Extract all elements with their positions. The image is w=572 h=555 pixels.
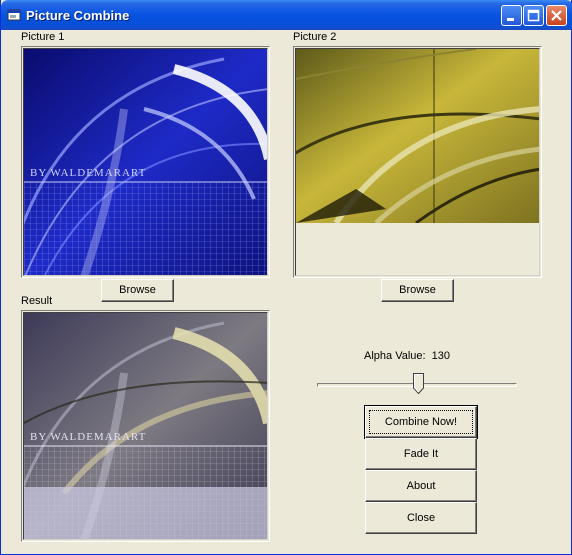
window-title: Picture Combine	[26, 8, 130, 23]
app-window-icon	[7, 9, 21, 21]
picture2-box	[293, 46, 542, 278]
close-button[interactable]: Close	[365, 502, 477, 534]
result-image: BY WALDEMARART	[24, 313, 267, 539]
maximize-icon	[527, 9, 540, 22]
result-box: BY WALDEMARART	[21, 310, 270, 542]
title-bar[interactable]: Picture Combine	[1, 0, 572, 30]
minimize-icon	[507, 18, 514, 21]
picture2-image-area	[295, 48, 540, 276]
picture1-label: Picture 1	[21, 31, 65, 43]
combine-now-label: Combine Now!	[384, 416, 458, 428]
picture2-image	[296, 49, 539, 225]
result-image-area: BY WALDEMARART	[23, 312, 268, 540]
browse-picture1-button[interactable]: Browse	[101, 279, 174, 302]
result-label: Result	[21, 295, 53, 307]
picture1-box: BY WALDEMARART	[21, 46, 270, 278]
maximize-button[interactable]	[523, 5, 544, 26]
picture1-image: BY WALDEMARART	[24, 49, 267, 275]
picture1-image-area: BY WALDEMARART	[23, 48, 268, 276]
close-window-button[interactable]	[546, 5, 567, 26]
minimize-button[interactable]	[501, 5, 522, 26]
alpha-label-text: Alpha Value:	[364, 350, 426, 362]
about-button[interactable]: About	[365, 470, 477, 502]
result-watermark: BY WALDEMARART	[30, 431, 146, 443]
picture2-label: Picture 2	[293, 31, 337, 43]
alpha-value: 130	[431, 350, 450, 362]
fade-it-button[interactable]: Fade It	[365, 438, 477, 470]
combine-now-button[interactable]: Combine Now!	[364, 405, 478, 439]
close-icon	[551, 10, 562, 21]
alpha-slider-thumb[interactable]	[413, 373, 425, 394]
alpha-value-label: Alpha Value: 130	[364, 350, 450, 362]
picture1-watermark: BY WALDEMARART	[30, 167, 146, 179]
app-window: Picture Combine Picture 1 BY WALDEMARART…	[0, 0, 572, 555]
browse-picture2-button[interactable]: Browse	[381, 279, 454, 302]
